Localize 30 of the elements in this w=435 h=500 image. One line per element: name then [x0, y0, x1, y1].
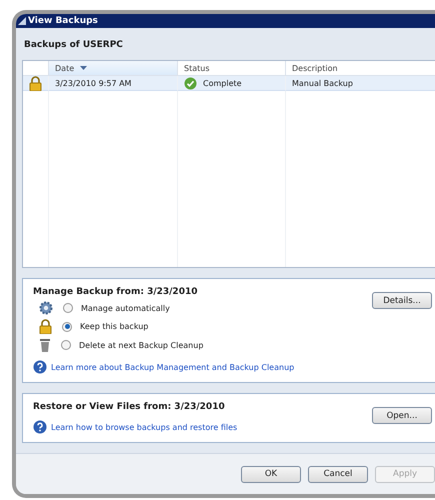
radio-button[interactable]: [62, 322, 72, 332]
window-icon: [18, 17, 26, 25]
radio-label[interactable]: Manage automatically: [81, 304, 170, 312]
trash-icon: [39, 338, 51, 352]
radio-button[interactable]: [63, 303, 73, 313]
help-icon: [33, 360, 47, 374]
details-button[interactable]: Details...: [372, 292, 432, 309]
sort-arrow-icon: [80, 66, 88, 70]
column-header[interactable]: Date: [49, 61, 178, 76]
column-header[interactable]: Status: [178, 61, 286, 76]
status-cell: Complete: [178, 76, 286, 91]
padlock-icon: [29, 76, 42, 90]
table-cell[interactable]: 3/23/2010 9:57 AM: [49, 76, 178, 91]
panel-title: Manage Backup from: 3/23/2010: [33, 287, 198, 297]
table-cell: Manual Backup: [286, 76, 435, 91]
help-link[interactable]: Learn more about Backup Management and Backup Cleanup: [51, 362, 294, 372]
panel-title: Restore or View Files from: 3/23/2010: [33, 402, 226, 412]
padlock-icon: [39, 319, 52, 334]
radio-button[interactable]: [61, 340, 71, 350]
help-icon: [33, 420, 47, 434]
open-button[interactable]: Open...: [372, 407, 432, 424]
help-link[interactable]: Learn how to browse backups and restore files: [51, 422, 238, 432]
radio-label[interactable]: Keep this backup: [80, 322, 148, 331]
window-title: View Backups: [16, 14, 435, 28]
check-icon: [184, 76, 197, 90]
section-heading: Backups of USERPC: [24, 40, 124, 50]
radio-label[interactable]: Delete at next Backup Cleanup: [79, 340, 204, 350]
gear-icon: [39, 301, 53, 315]
dialog-button[interactable]: OK: [241, 466, 301, 482]
dialog-button[interactable]: Cancel: [308, 466, 368, 482]
